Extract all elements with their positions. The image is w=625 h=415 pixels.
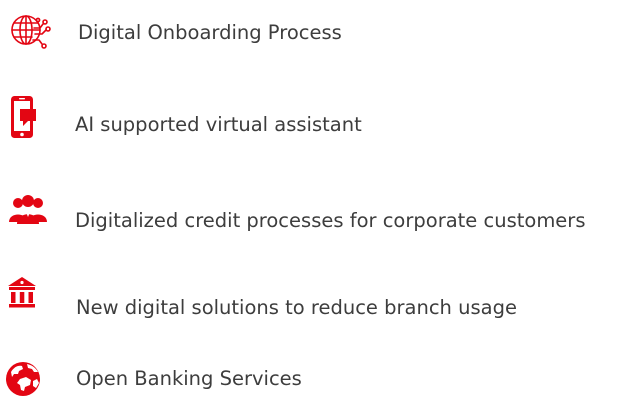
list-item-label: Open Banking Services: [76, 367, 302, 390]
list-item-open-banking: Open Banking Services: [0, 357, 625, 407]
corporate-customers-group-icon: [9, 195, 47, 224]
list-item-virtual-assistant: AI supported virtual assistant: [0, 94, 625, 144]
list-item-label: Digital Onboarding Process: [78, 21, 342, 44]
list-item-label: Digitalized credit processes for corpora…: [75, 209, 586, 232]
list-item-credit-processes: Digitalized credit processes for corpora…: [0, 190, 625, 240]
list-item-label: New digital solutions to reduce branch u…: [76, 296, 517, 319]
feature-list: Digital Onboarding Process AI supported …: [0, 0, 625, 415]
digital-globe-network-icon: [11, 15, 51, 49]
mobile-chat-icon: [11, 96, 36, 138]
list-item-branch-usage: New digital solutions to reduce branch u…: [0, 276, 625, 326]
globe-world-icon: [6, 362, 40, 396]
list-item-label: AI supported virtual assistant: [75, 113, 362, 136]
list-item-digital-onboarding: Digital Onboarding Process: [0, 8, 625, 58]
bank-building-icon: [8, 277, 36, 308]
